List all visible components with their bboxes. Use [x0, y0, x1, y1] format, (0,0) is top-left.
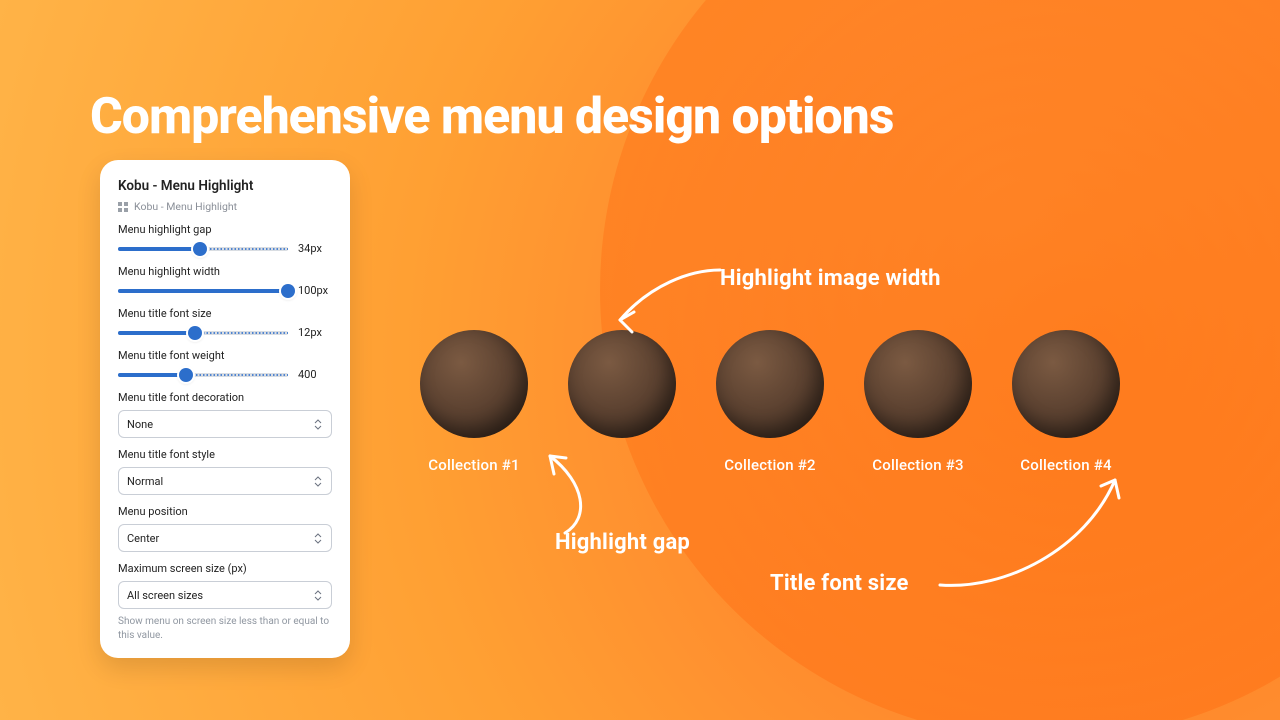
slider-value-width: 100px [298, 284, 332, 297]
select-value: None [127, 418, 153, 431]
callout-title-size: Title font size [770, 571, 909, 596]
block-icon [118, 202, 128, 212]
highlight-bubble [568, 330, 676, 438]
slider-thumb[interactable] [179, 368, 193, 382]
arrow-icon [600, 260, 730, 340]
select-label-maxscreen: Maximum screen size (px) [118, 562, 332, 575]
slider-thumb[interactable] [193, 242, 207, 256]
slider-label-weight: Menu title font weight [118, 349, 332, 362]
slider-fill [118, 373, 186, 377]
slider-fill [118, 289, 288, 293]
select-maxscreen[interactable]: All screen sizes [118, 581, 332, 609]
slider-size[interactable] [118, 331, 288, 335]
slider-value-gap: 34px [298, 242, 332, 255]
highlight-bubble [420, 330, 528, 438]
select-value: Center [127, 532, 159, 545]
highlight-item[interactable]: Collection #4 [1012, 330, 1120, 474]
breadcrumb-text: Kobu - Menu Highlight [134, 200, 237, 213]
highlight-item[interactable]: Collection #3 [864, 330, 972, 474]
arrow-icon [935, 470, 1135, 600]
highlight-label: Collection #2 [724, 456, 815, 474]
select-value: Normal [127, 475, 163, 488]
highlight-label: Collection #1 [428, 456, 519, 474]
select-hint: Show menu on screen size less than or eq… [118, 615, 332, 642]
select-label-position: Menu position [118, 505, 332, 518]
slider-label-width: Menu highlight width [118, 265, 332, 278]
highlight-bubble [716, 330, 824, 438]
card-title: Kobu - Menu Highlight [118, 178, 332, 194]
select-label-style: Menu title font style [118, 448, 332, 461]
slider-fill [118, 247, 200, 251]
select-caret-icon [311, 474, 325, 488]
select-decoration[interactable]: None [118, 410, 332, 438]
settings-card: Kobu - Menu Highlight Kobu - Menu Highli… [100, 160, 350, 658]
slider-gap[interactable] [118, 247, 288, 251]
select-style[interactable]: Normal [118, 467, 332, 495]
slider-thumb[interactable] [188, 326, 202, 340]
slider-width[interactable] [118, 289, 288, 293]
select-caret-icon [311, 417, 325, 431]
highlight-row: Collection #1 Collection #2 Collection #… [420, 330, 1120, 474]
slider-weight[interactable] [118, 373, 288, 377]
highlight-bubble [1012, 330, 1120, 438]
select-position[interactable]: Center [118, 524, 332, 552]
slider-label-size: Menu title font size [118, 307, 332, 320]
callout-image-width: Highlight image width [720, 266, 941, 291]
select-label-decoration: Menu title font decoration [118, 391, 332, 404]
slider-fill [118, 331, 195, 335]
arrow-icon [530, 448, 610, 538]
highlight-bubble [864, 330, 972, 438]
select-caret-icon [311, 531, 325, 545]
slider-thumb[interactable] [281, 284, 295, 298]
hero-title: Comprehensive menu design options [90, 88, 893, 146]
highlight-item[interactable]: Collection #2 [716, 330, 824, 474]
slider-value-weight: 400 [298, 368, 332, 381]
highlight-item[interactable]: Collection #1 [420, 330, 528, 474]
promo-stage: Comprehensive menu design options Kobu -… [0, 0, 1280, 720]
slider-label-gap: Menu highlight gap [118, 223, 332, 236]
select-caret-icon [311, 588, 325, 602]
slider-value-size: 12px [298, 326, 332, 339]
select-value: All screen sizes [127, 589, 203, 602]
breadcrumb[interactable]: Kobu - Menu Highlight [118, 200, 332, 213]
